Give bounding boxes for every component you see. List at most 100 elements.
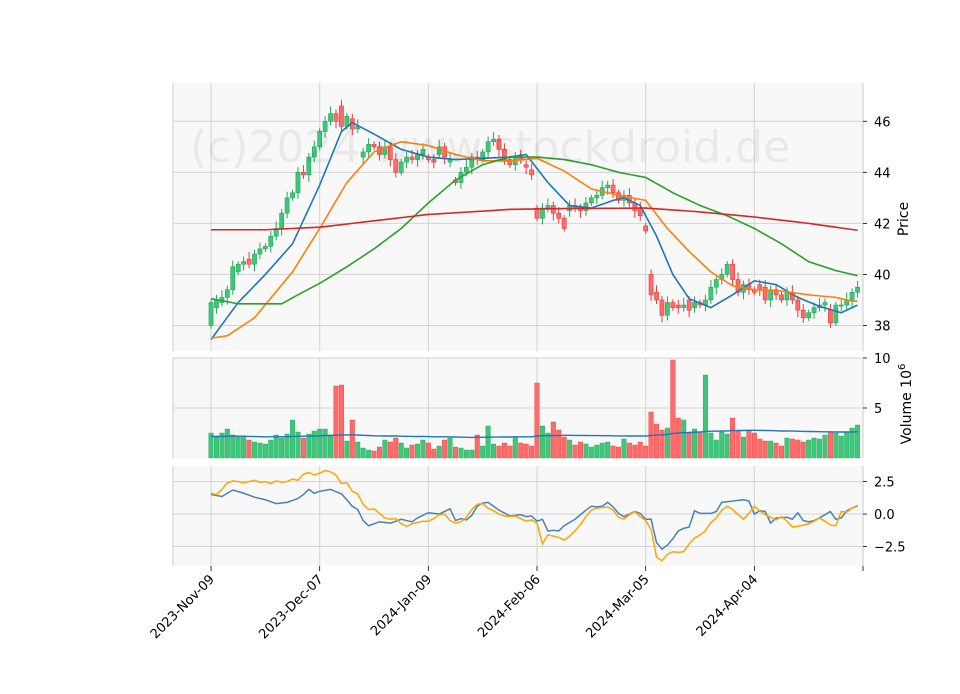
volume-bar (262, 443, 268, 459)
volume-bar (387, 441, 393, 459)
volume-bar (567, 439, 573, 459)
candle-up (855, 286, 860, 293)
volume-bar (626, 442, 632, 459)
volume-bar (349, 419, 355, 459)
volume-bar (290, 419, 296, 459)
volume-bar (453, 446, 459, 459)
price-axis-label: Price (896, 202, 912, 236)
volume-bar (512, 436, 518, 459)
stock-chart: 38 40 42 44 46 5 10 2.5 0.0 −2.5 2023-Nov-09 202… (0, 0, 960, 690)
volume-bar (675, 417, 681, 459)
chart-canvas: 3840424446 510 2.50.0−2.5 2023-Nov-09 202… (148, 83, 915, 642)
x-tick-label: 2024-Apr-04 (694, 572, 761, 639)
candle-down (795, 299, 801, 311)
volume-panel: 5 10 (172, 352, 891, 459)
volume-bar (616, 446, 621, 459)
x-tick-label: 2023-Dec-07 (256, 572, 326, 642)
candle-down (762, 286, 768, 301)
volume-bar (431, 448, 437, 459)
candle-up (692, 302, 697, 308)
candle-up (328, 113, 333, 122)
volume-bar (534, 382, 540, 459)
volume-bar (789, 438, 795, 459)
volume-axis-label-exponent: 6 (897, 364, 908, 370)
x-tick-label: 2024-Feb-06 (475, 572, 544, 641)
price-tick-label: 44 (874, 166, 891, 181)
volume-bar (463, 449, 469, 459)
volume-bar (230, 434, 236, 459)
candle-up (262, 246, 268, 250)
volume-bar (719, 431, 725, 459)
candle-up (545, 205, 551, 209)
volume-bar (469, 449, 475, 459)
volume-bar (415, 443, 420, 459)
candle-up (708, 286, 714, 301)
volume-bar (306, 433, 312, 459)
volume-bar (577, 441, 583, 459)
volume-bar (702, 374, 708, 459)
volume-bar (235, 436, 241, 459)
volume-bar (474, 434, 480, 459)
volume-bar (686, 432, 692, 459)
candle-down (556, 212, 562, 219)
x-axis: 2023-Nov-09 2023-Dec-07 2024-Jan-09 2024-Fe… (148, 566, 864, 642)
volume-bar (338, 384, 344, 459)
candle-up (724, 263, 730, 275)
volume-bar (664, 427, 670, 459)
candle-up (268, 235, 274, 247)
volume-bar (241, 435, 247, 459)
candle-up (833, 304, 839, 324)
volume-bar (822, 434, 828, 459)
price-tick-label: 40 (874, 268, 891, 283)
volume-bar (713, 439, 719, 459)
candle-up (235, 263, 241, 273)
volume-bar (637, 441, 643, 459)
volume-bar (376, 446, 382, 459)
volume-bar (855, 424, 861, 459)
volume-axis-label-text: Volume 10 (899, 370, 915, 444)
volume-bar (382, 439, 388, 459)
volume-bar (844, 431, 850, 459)
volume-bar (213, 435, 219, 459)
price-tick-label: 46 (874, 115, 891, 130)
volume-bar (398, 442, 404, 459)
candle-down (610, 184, 616, 194)
volume-bar (740, 436, 746, 459)
volume-bar (447, 437, 453, 459)
volume-bar (643, 445, 649, 459)
volume-bar (773, 442, 779, 459)
candle-up (588, 197, 594, 204)
volume-bar (735, 430, 741, 459)
candle-up (252, 253, 257, 265)
price-tick-label: 42 (874, 217, 891, 232)
candle-up (784, 291, 790, 301)
volume-bar (409, 444, 415, 459)
candle-up (806, 312, 812, 319)
candle-up (822, 302, 828, 306)
volume-bar (768, 440, 774, 459)
volume-bar (561, 436, 567, 459)
volume-bar (496, 445, 502, 459)
price-tick-label: 38 (874, 319, 891, 334)
candle-down (730, 263, 735, 280)
volume-bar (322, 428, 328, 459)
volume-bar (393, 437, 399, 459)
oscillator-tick-label: −2.5 (874, 541, 906, 556)
volume-bar (708, 432, 714, 459)
candle-down (757, 284, 763, 291)
volume-bar (838, 435, 844, 459)
volume-bar (833, 432, 839, 459)
volume-bar (588, 446, 594, 459)
volume-axis-label: Volume 106 (897, 364, 915, 445)
volume-bar (724, 433, 730, 459)
volume-bar (583, 443, 589, 459)
volume-bar (311, 430, 317, 459)
volume-bar (654, 423, 660, 459)
candle-down (828, 309, 833, 324)
candle-down (246, 258, 252, 265)
volume-bar (507, 445, 513, 459)
volume-bar (257, 442, 263, 459)
volume-bar (800, 441, 806, 459)
volume-bar (480, 445, 486, 459)
volume-bar (246, 439, 252, 459)
